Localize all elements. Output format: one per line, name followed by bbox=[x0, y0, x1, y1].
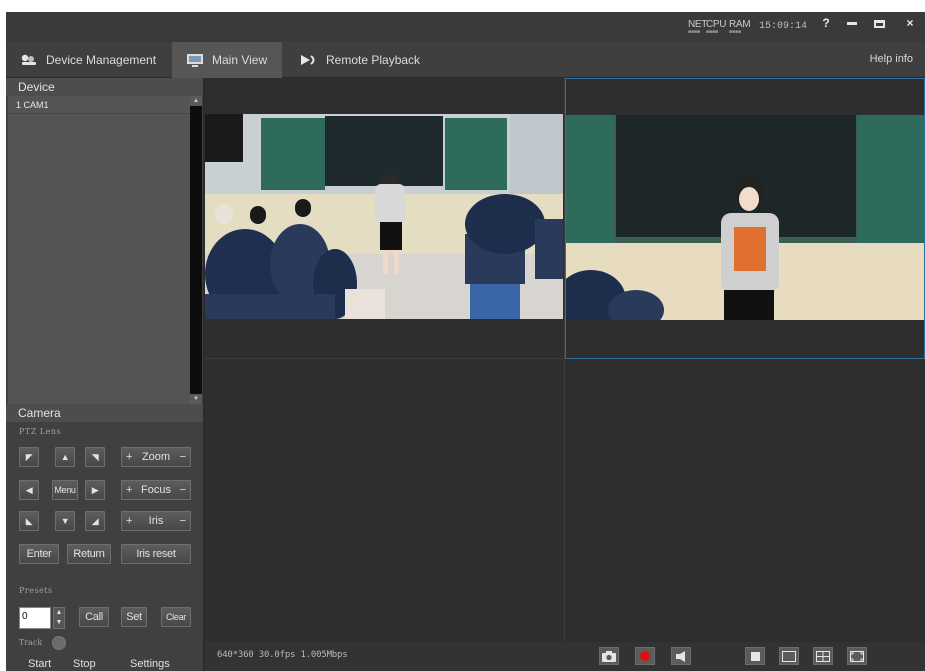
ptz-lens-label: PTZ Lens bbox=[19, 427, 62, 436]
ptz-down-button[interactable]: ▼ bbox=[55, 511, 75, 531]
iris-label: Iris bbox=[148, 515, 164, 527]
return-button[interactable]: Return bbox=[67, 544, 111, 564]
device-list-scrollbar[interactable]: ▲ ▼ bbox=[190, 96, 202, 404]
maximize-button[interactable] bbox=[867, 12, 891, 34]
start-button[interactable]: Start bbox=[28, 658, 51, 670]
ptz-down-left-button[interactable]: ◣ bbox=[19, 511, 39, 531]
video-cell-1[interactable] bbox=[205, 78, 565, 359]
video-grid bbox=[205, 78, 925, 642]
clock: 15:09:14 bbox=[759, 21, 808, 32]
close-button[interactable]: × bbox=[898, 12, 922, 34]
speaker-icon bbox=[676, 650, 685, 662]
tab-remote-playback[interactable]: Remote Playback bbox=[286, 42, 428, 78]
tab-device-management[interactable]: Device Management bbox=[6, 42, 172, 78]
focus-label: Focus bbox=[141, 484, 171, 496]
device-list[interactable]: 1 CAM1 bbox=[8, 96, 190, 404]
track-label: Track bbox=[19, 638, 43, 647]
stop-button[interactable]: Stop bbox=[73, 658, 96, 670]
maximize-icon bbox=[873, 19, 885, 28]
layout-single-small-button[interactable] bbox=[745, 647, 765, 665]
tab-main-view[interactable]: Main View bbox=[172, 42, 282, 78]
full-view-icon bbox=[782, 650, 796, 662]
app-window: NET ■■■■ CPU ■■■■ RAM ■■■■ 15:09:14 ? × Dev… bbox=[6, 12, 925, 671]
tab-label: Main View bbox=[212, 53, 268, 67]
video-cell-3[interactable] bbox=[205, 359, 565, 642]
help-info-link[interactable]: Help info bbox=[870, 53, 913, 65]
presets-label: Presets bbox=[19, 586, 53, 595]
zoom-out-button[interactable]: − bbox=[180, 451, 186, 463]
zoom-label: Zoom bbox=[141, 451, 171, 463]
audio-button[interactable] bbox=[671, 647, 691, 665]
track-toggle[interactable] bbox=[52, 636, 66, 650]
focus-control: + Focus − bbox=[121, 480, 191, 500]
iris-reset-button[interactable]: Iris reset bbox=[121, 544, 191, 564]
zoom-in-button[interactable]: + bbox=[126, 451, 132, 463]
ptz-left-button[interactable]: ◀ bbox=[19, 480, 39, 500]
net-indicator: NET ■■■■ bbox=[688, 19, 708, 35]
preset-number-input[interactable]: 0 bbox=[19, 607, 51, 629]
teacher-closeup-image bbox=[566, 115, 924, 320]
device-header: Device bbox=[6, 78, 203, 96]
help-button[interactable]: ? bbox=[814, 12, 838, 34]
monitor-icon bbox=[187, 54, 203, 67]
title-bar: NET ■■■■ CPU ■■■■ RAM ■■■■ 15:09:14 ? × bbox=[6, 12, 925, 42]
ptz-up-right-button[interactable]: ◥ bbox=[85, 447, 105, 467]
preset-set-button[interactable]: Set bbox=[121, 607, 147, 627]
iris-control: + Iris − bbox=[121, 511, 191, 531]
zoom-control: + Zoom − bbox=[121, 447, 191, 467]
ptz-menu-button[interactable]: Menu bbox=[52, 480, 78, 500]
playback-icon bbox=[301, 55, 315, 65]
device-item-cam1[interactable]: 1 CAM1 bbox=[8, 96, 190, 114]
scroll-up-icon[interactable]: ▲ bbox=[190, 96, 202, 106]
layout-quad-button[interactable] bbox=[813, 647, 833, 665]
ptz-right-button[interactable]: ▶ bbox=[85, 480, 105, 500]
quad-view-icon bbox=[816, 650, 830, 662]
scroll-down-icon[interactable]: ▼ bbox=[190, 394, 202, 404]
record-button[interactable] bbox=[635, 647, 655, 665]
minimize-icon bbox=[847, 22, 857, 26]
enter-button[interactable]: Enter bbox=[19, 544, 59, 564]
record-icon bbox=[640, 651, 650, 661]
preset-clear-button[interactable]: Clear bbox=[161, 607, 191, 627]
ram-indicator: RAM ■■■■ bbox=[729, 19, 751, 35]
tab-label: Remote Playback bbox=[326, 53, 421, 67]
ptz-up-button[interactable]: ▲ bbox=[55, 447, 75, 467]
focus-far-button[interactable]: − bbox=[180, 484, 186, 496]
ptz-up-left-button[interactable]: ◤ bbox=[19, 447, 39, 467]
status-bar: 640*360 30.0fps 1.005Mbps bbox=[205, 642, 925, 671]
classroom-wide-image bbox=[205, 114, 563, 319]
video-cell-2-selected[interactable] bbox=[565, 78, 925, 359]
focus-near-button[interactable]: + bbox=[126, 484, 132, 496]
layout-single-button[interactable] bbox=[779, 647, 799, 665]
tab-label: Device Management bbox=[46, 53, 157, 67]
tab-bar: Device Management Main View Remote Playb… bbox=[6, 42, 925, 78]
camera-header: Camera bbox=[6, 404, 203, 422]
iris-open-button[interactable]: + bbox=[126, 515, 132, 527]
fullscreen-icon bbox=[850, 650, 864, 662]
stream-info: 640*360 30.0fps 1.005Mbps bbox=[217, 650, 348, 660]
settings-button[interactable]: Settings bbox=[130, 658, 170, 670]
single-view-icon bbox=[750, 651, 760, 661]
snapshot-button[interactable] bbox=[599, 647, 619, 665]
iris-close-button[interactable]: − bbox=[180, 515, 186, 527]
devices-icon bbox=[21, 54, 36, 65]
preset-stepper[interactable]: ▲ ▼ bbox=[53, 607, 65, 629]
camera-icon bbox=[602, 650, 616, 662]
video-cell-4[interactable] bbox=[566, 359, 925, 642]
ptz-down-right-button[interactable]: ◢ bbox=[85, 511, 105, 531]
preset-call-button[interactable]: Call bbox=[79, 607, 109, 627]
minimize-button[interactable] bbox=[840, 12, 864, 34]
left-panel: Device 1 CAM1 ▲ ▼ Camera PTZ Lens ◤ ▲ ◥ … bbox=[6, 78, 203, 671]
camera-feed-wide bbox=[205, 114, 563, 319]
camera-feed-closeup bbox=[566, 115, 924, 320]
cpu-indicator: CPU ■■■■ bbox=[706, 19, 727, 35]
fullscreen-button[interactable] bbox=[847, 647, 867, 665]
